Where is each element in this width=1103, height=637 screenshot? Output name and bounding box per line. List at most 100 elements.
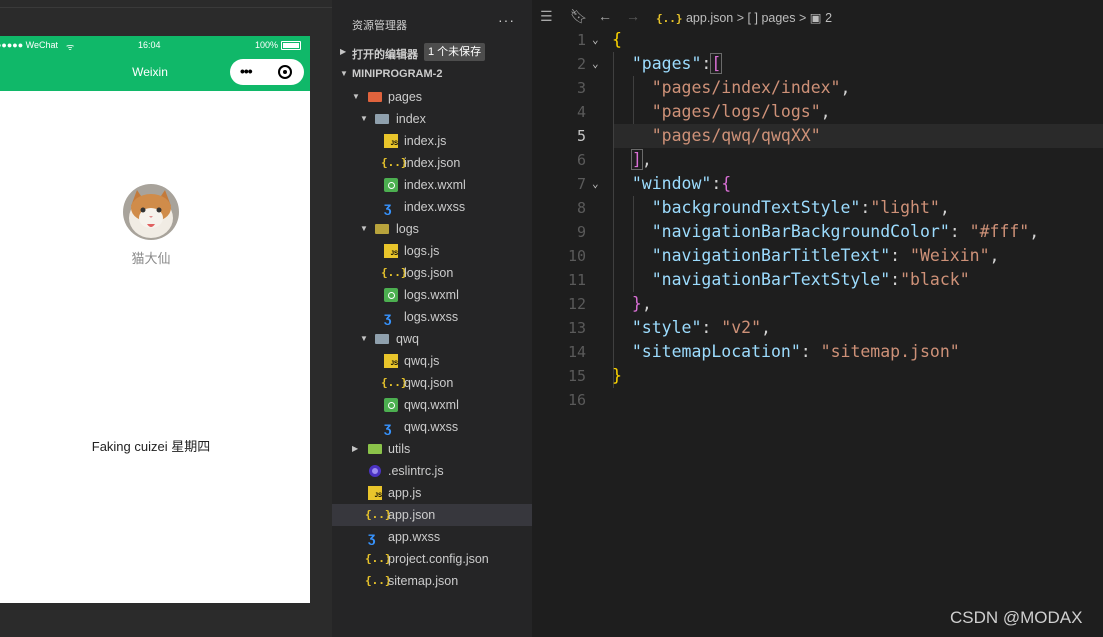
code-token: "pages" [631,54,702,73]
code-token: : [949,222,970,241]
index-icon: ▣ [809,11,822,25]
chevron-down-icon: ▼ [360,114,368,123]
tree-item-label: utils [388,442,411,456]
code-line: 14 "sitemapLocation": "sitemap.json" [532,340,1103,364]
tree-item-label: index.json [404,156,461,170]
tree-file-logs-wxss[interactable]: ʒ logs.wxss [332,306,532,328]
capsule-menu[interactable]: ••• [230,59,304,85]
tree-item-label: app.wxss [388,530,441,544]
code-line: 9 "navigationBarBackgroundColor": "#fff"… [532,220,1103,244]
chevron-down-icon[interactable]: ⌄ [592,52,599,76]
code-token: "window" [631,174,712,193]
code-token: , [1029,222,1040,241]
line-number: 4 [576,103,586,121]
tree-file-index-json[interactable]: {..} index.json [332,152,532,174]
open-editors-section[interactable]: ▶ 打开的编辑器 1 个未保存 [332,41,532,63]
code-text: ], [612,148,652,172]
code-text: "navigationBarTextStyle":"black" [612,268,970,292]
code-line: 6 ], [532,148,1103,172]
json-file-icon: {..} [365,552,392,565]
tree-file-sitemap[interactable]: {..} sitemap.json [332,570,532,592]
breadcrumb-file[interactable]: app.json [686,11,733,25]
code-token: : [890,246,911,265]
forward-arrow-icon[interactable]: → [626,8,640,24]
tree-file-qwq-wxss[interactable]: ʒ qwq.wxss [332,416,532,438]
explorer-header: 资源管理器 ··· [332,0,532,44]
code-token: } [631,294,642,313]
js-file-icon [384,244,398,258]
code-line: 3 "pages/index/index", [532,76,1103,100]
tree-folder-index[interactable]: ▼ index [332,108,532,130]
tree-item-label: qwq.json [404,376,454,390]
back-arrow-icon[interactable]: ← [598,8,612,24]
battery-percent: 100% [255,40,279,50]
tree-file-qwq-wxml[interactable]: qwq.wxml [332,394,532,416]
tree-file-index-wxss[interactable]: ʒ index.wxss [332,196,532,218]
line-number: 13 [567,319,586,337]
tree-item-label: qwq [396,332,419,346]
breadcrumb-separator: > [798,11,807,25]
wxml-file-icon [384,288,398,302]
breadcrumb-index[interactable]: 2 [825,11,832,25]
explorer-title: 资源管理器 [352,20,407,32]
tree-file-app-wxss[interactable]: ʒ app.wxss [332,526,532,548]
tree-item-label: qwq.wxml [404,398,459,412]
code-token: "navigationBarTitleText" [651,246,891,265]
tree-folder-logs[interactable]: ▼ logs [332,218,532,240]
tree-file-eslintrc[interactable]: .eslintrc.js [332,460,532,482]
code-text: "window":{ [612,172,731,196]
chevron-down-icon[interactable]: ⌄ [592,28,599,52]
code-text: "pages/index/index", [612,76,851,100]
avatar [123,184,179,240]
json-file-icon: {..} [381,156,408,169]
project-section[interactable]: ▼ MINIPROGRAM-2 [332,63,532,85]
code-line: 11 "navigationBarTextStyle":"black" [532,268,1103,292]
tree-file-logs-js[interactable]: logs.js [332,240,532,262]
code-token: "#fff" [969,222,1030,241]
tree-file-project-config[interactable]: {..} project.config.json [332,548,532,570]
tree-file-logs-wxml[interactable]: logs.wxml [332,284,532,306]
close-target-icon[interactable] [278,65,292,79]
more-dots-icon[interactable]: ••• [240,63,253,79]
tree-file-index-js[interactable]: index.js [332,130,532,152]
code-text: }, [612,292,652,316]
code-text: { [612,28,622,52]
code-token: , [641,294,652,313]
chevron-down-icon: ▼ [360,224,368,233]
code-line: 8 "backgroundTextStyle":"light", [532,196,1103,220]
code-token: ] [630,149,643,170]
tree-item-label: logs [396,222,419,236]
tree-folder-qwq[interactable]: ▼ qwq [332,328,532,350]
tree-folder-pages[interactable]: ▼ pages [332,86,532,108]
phone-screen: ●●●●● WeChat ᯤ 16:04 100% Weixin ••• 猫大仙… [0,36,310,603]
tree-file-app-json[interactable]: {..} app.json [332,504,532,526]
code-token: "navigationBarTextStyle" [651,270,891,289]
line-number: 5 [576,127,586,145]
folder-open-icon [375,224,389,234]
tree-folder-utils[interactable]: ▶ utils [332,438,532,460]
watermark: CSDN @MODAX [950,608,1083,627]
tree-file-app-js[interactable]: app.js [332,482,532,504]
code-area[interactable]: 1 ⌄ { 2 ⌄ "pages":[ 3 "pages/index/index… [532,28,1103,628]
more-actions-icon[interactable]: ··· [498,12,515,28]
line-number: 16 [567,391,586,409]
code-token: } [612,366,622,385]
bookmark-icon[interactable]: 🔖︎ [570,8,588,25]
project-name: MINIPROGRAM-2 [352,68,443,80]
tree-item-label: qwq.wxss [404,420,459,434]
tree-item-label: index.wxml [404,178,466,192]
code-token: : [890,270,901,289]
line-number: 12 [567,295,586,313]
tree-file-logs-json[interactable]: {..} logs.json [332,262,532,284]
code-token: "black" [900,270,970,289]
list-icon[interactable]: ☰ [540,8,553,25]
tree-file-qwq-js[interactable]: qwq.js [332,350,532,372]
code-token: "v2" [721,318,762,337]
breadcrumb-key[interactable]: pages [761,11,795,25]
tree-file-index-wxml[interactable]: index.wxml [332,174,532,196]
line-number: 1 [576,31,586,49]
js-file-icon [384,134,398,148]
json-file-icon: {..} [381,266,408,279]
tree-file-qwq-json[interactable]: {..} qwq.json [332,372,532,394]
chevron-down-icon[interactable]: ⌄ [592,172,599,196]
